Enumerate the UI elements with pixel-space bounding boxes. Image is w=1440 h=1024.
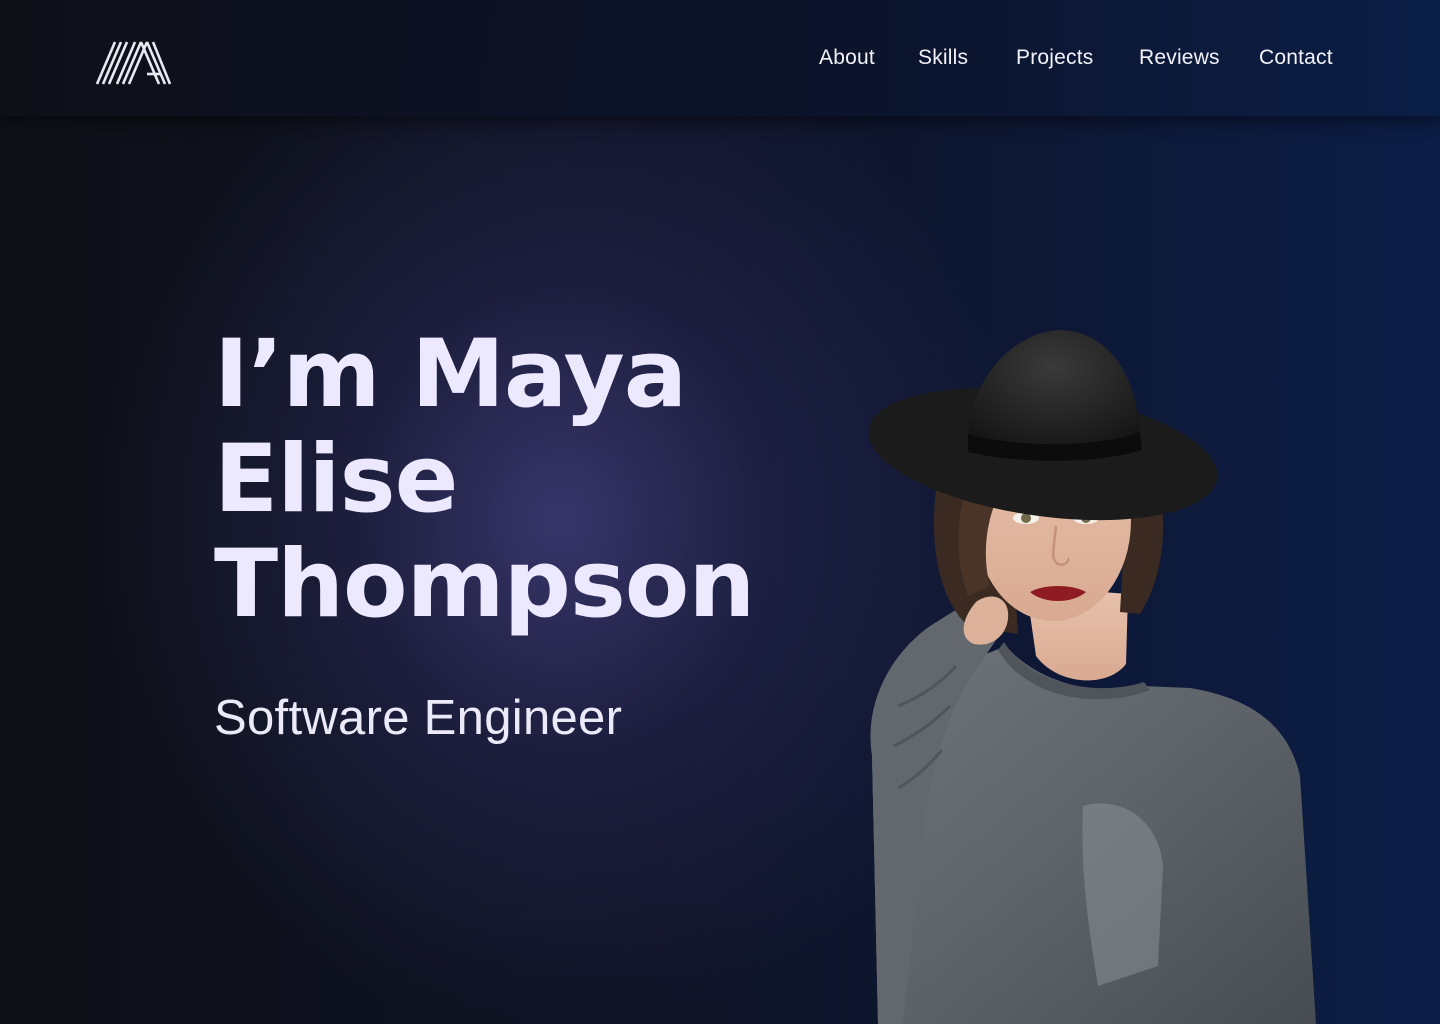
nav-link-contact[interactable]: Contact bbox=[1259, 44, 1333, 72]
nav-link-skills[interactable]: Skills bbox=[918, 44, 968, 72]
portrait-photo-icon bbox=[868, 330, 1316, 1024]
nav-link-projects[interactable]: Projects bbox=[1016, 44, 1093, 72]
top-navbar: About Skills Projects Reviews Contact bbox=[0, 0, 1440, 116]
main-nav: About Skills Projects Reviews Contact bbox=[0, 44, 1440, 72]
hero-title: I’m Maya Elise Thompson bbox=[214, 322, 834, 637]
nav-link-about[interactable]: About bbox=[819, 44, 875, 72]
nav-link-reviews[interactable]: Reviews bbox=[1139, 44, 1220, 72]
hero-title-line: Thompson bbox=[214, 530, 755, 639]
hero-title-line: I’m Maya bbox=[214, 320, 687, 429]
hero-subtitle: Software Engineer bbox=[214, 691, 623, 745]
hero-title-line: Elise bbox=[214, 425, 458, 534]
